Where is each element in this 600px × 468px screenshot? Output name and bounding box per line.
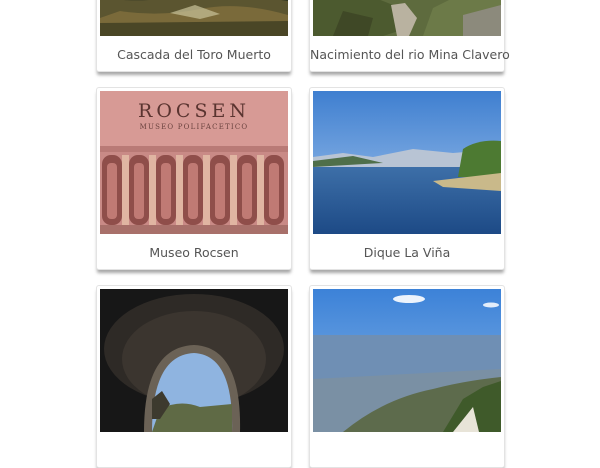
gallery-caption [310, 436, 504, 466]
gallery-card-mountain-view[interactable] [309, 285, 505, 468]
gallery-card-tunnel[interactable] [96, 285, 292, 468]
reservoir-photo[interactable] [313, 91, 501, 234]
museum-facade-photo[interactable]: ROCSEN MUSEO POLIFACETICO [100, 91, 288, 234]
gallery-caption: Nacimiento del rio Mina Clavero [310, 47, 510, 62]
gallery-caption: Museo Rocsen [149, 245, 239, 260]
gallery-card-museo-rocsen[interactable]: ROCSEN MUSEO POLIFACETICO Museo Rocsen [96, 87, 292, 270]
gallery-card-nacimiento-rio-mina-clavero[interactable]: Nacimiento del rio Mina Clavero [309, 0, 510, 72]
gallery-card-dique-la-vina[interactable]: Dique La Viña [309, 87, 505, 270]
river-source-photo[interactable] [313, 0, 501, 36]
gallery-card-cascada-toro-muerto[interactable]: Cascada del Toro Muerto [96, 0, 292, 72]
gallery-caption: Dique La Viña [363, 245, 451, 260]
museum-sign-title: ROCSEN [138, 100, 250, 122]
tunnel-photo[interactable] [100, 289, 288, 432]
gallery-caption [97, 436, 291, 466]
mountain-view-photo[interactable] [313, 289, 501, 432]
waterfall-photo[interactable] [100, 0, 288, 36]
attractions-gallery: Cascada del Toro Muerto Nacimiento del r… [0, 0, 600, 468]
museum-sign-subtitle: MUSEO POLIFACETICO [140, 123, 249, 131]
gallery-caption: Cascada del Toro Muerto [117, 47, 271, 62]
